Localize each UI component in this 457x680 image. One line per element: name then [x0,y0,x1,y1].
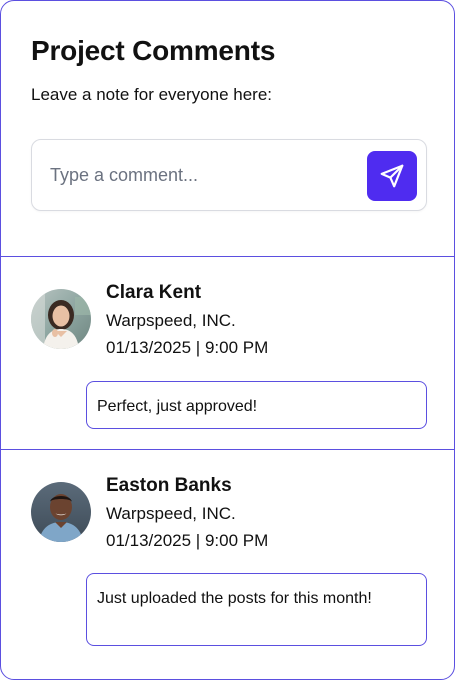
comments-header: Project Comments Leave a note for everyo… [1,1,454,257]
comment-company: Warpspeed, INC. [106,504,236,523]
avatar [31,289,91,349]
avatar [31,482,91,542]
page-title: Project Comments [31,35,276,66]
comment-input[interactable] [50,160,350,190]
comment-item: Clara Kent Warpspeed, INC. 01/13/2025 | … [1,257,454,450]
send-icon [380,164,404,188]
page-subtitle: Leave a note for everyone here: [31,85,272,104]
comment-author: Easton Banks [106,475,232,496]
comments-card: Project Comments Leave a note for everyo… [0,0,455,680]
comment-timestamp: 01/13/2025 | 9:00 PM [106,531,269,550]
avatar-photo-clara [31,289,91,349]
avatar-photo-easton [31,482,91,542]
comment-timestamp: 01/13/2025 | 9:00 PM [106,338,269,357]
comment-author: Clara Kent [106,282,202,303]
comment-text: Just uploaded the posts for this month! [86,573,427,646]
comment-composer [31,139,427,211]
comment-item: Easton Banks Warpspeed, INC. 01/13/2025 … [1,450,454,679]
send-button[interactable] [367,151,417,201]
comment-text: Perfect, just approved! [86,381,427,429]
comment-company: Warpspeed, INC. [106,311,236,330]
